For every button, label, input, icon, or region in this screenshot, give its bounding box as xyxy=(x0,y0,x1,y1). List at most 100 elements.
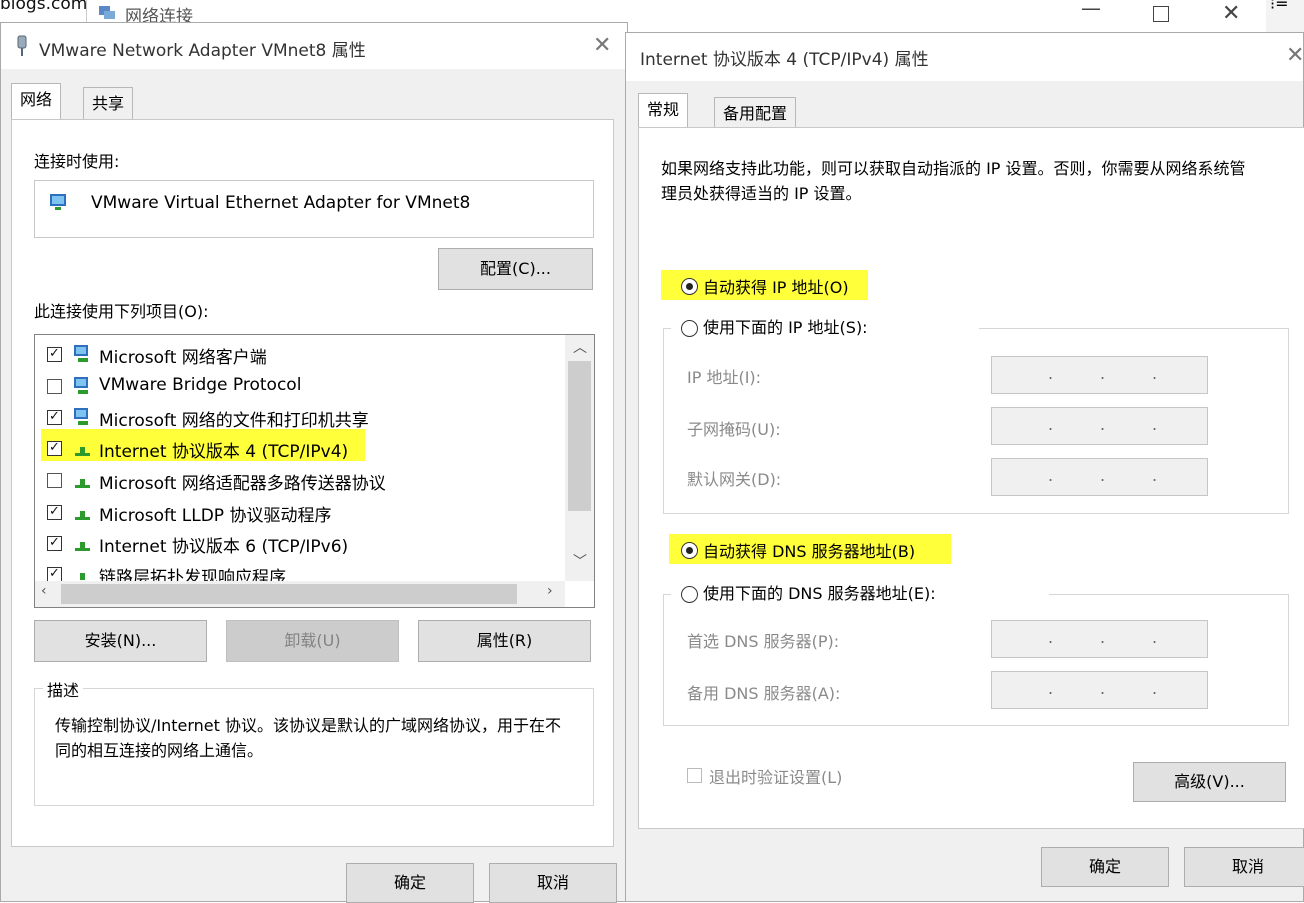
list-item[interactable]: Microsoft 网络适配器多路传送器协议 xyxy=(35,467,565,497)
list-item-ipv4[interactable]: ✓ Internet 协议版本 4 (TCP/IPv4) xyxy=(35,435,565,465)
list-item[interactable]: ✓ Microsoft LLDP 协议驱动程序 xyxy=(35,499,565,529)
ip-dot: . xyxy=(1152,415,1158,434)
auto-ip-label[interactable]: 自动获得 IP 地址(O) xyxy=(703,274,849,298)
default-gateway-field[interactable]: . . . xyxy=(991,458,1208,496)
manual-dns-label[interactable]: 使用下面的 DNS 服务器地址(E): xyxy=(703,580,936,604)
tab-alternate-config[interactable]: 备用配置 xyxy=(714,97,797,131)
ip-dot: . xyxy=(1100,628,1106,647)
checkbox-checked[interactable]: ✓ xyxy=(47,505,62,520)
ipv4-properties-dialog: Internet 协议版本 4 (TCP/IPv4) 属性 ✕ 常规 备用配置 … xyxy=(625,32,1304,902)
items-list[interactable]: ✓ Microsoft 网络客户端 VMware Bridge Protocol… xyxy=(34,334,595,608)
list-item-label: 链路层拓扑发现响应程序 xyxy=(99,568,286,581)
vertical-scroll-thumb[interactable] xyxy=(568,361,591,511)
validate-label[interactable]: 退出时验证设置(L) xyxy=(709,764,842,788)
ip-dot: . xyxy=(1048,415,1054,434)
connect-using-label: 连接时使用: xyxy=(34,152,120,171)
list-item-label: Microsoft 网络客户端 xyxy=(99,348,267,368)
maximize-button[interactable] xyxy=(1153,6,1169,22)
install-button[interactable]: 安装(N)... xyxy=(34,620,207,662)
tab-general[interactable]: 常规 xyxy=(638,93,689,129)
subnet-mask-field[interactable]: . . . xyxy=(991,407,1208,445)
checkbox-unchecked[interactable] xyxy=(47,473,62,488)
manual-ip-radio[interactable] xyxy=(681,320,698,337)
auto-dns-label[interactable]: 自动获得 DNS 服务器地址(B) xyxy=(703,538,915,562)
adapter-dialog-close-button[interactable]: ✕ xyxy=(593,35,611,57)
network-client-icon xyxy=(74,408,88,425)
list-item-label: VMware Bridge Protocol xyxy=(99,375,302,395)
network-client-icon xyxy=(74,345,88,362)
ipv4-dialog-close-button[interactable]: ✕ xyxy=(1286,45,1304,67)
network-adapter-icon xyxy=(50,194,66,210)
ip-dot: . xyxy=(1152,466,1158,485)
radio-selected-dot xyxy=(685,546,693,554)
ip-dot: . xyxy=(1100,466,1106,485)
background-close-button[interactable]: ✕ xyxy=(1222,1,1240,26)
radio-selected-dot xyxy=(685,282,693,290)
protocol-icon xyxy=(75,542,90,551)
list-item[interactable]: ✓ Internet 协议版本 6 (TCP/IPv6) xyxy=(35,530,565,560)
tab-sharing[interactable]: 共享 xyxy=(83,87,134,121)
ipv4-ok-button[interactable]: 确定 xyxy=(1041,847,1169,887)
auto-ip-radio[interactable] xyxy=(681,278,698,295)
ip-address-field[interactable]: . . . xyxy=(991,356,1208,394)
background-url-fragment: blogs.com xyxy=(0,0,88,14)
vertical-scrollbar[interactable]: ︿ ﹀ xyxy=(565,335,594,581)
list-icon: ⁝= xyxy=(1270,0,1289,13)
ip-dot: . xyxy=(1048,364,1054,383)
ip-address-label: IP 地址(I): xyxy=(687,368,762,387)
list-item[interactable]: ✓ Microsoft 网络客户端 xyxy=(35,341,565,371)
description-group: 描述 传输控制协议/Internet 协议。该协议是默认的广域网络协议，用于在不… xyxy=(34,677,594,806)
default-gateway-label: 默认网关(D): xyxy=(687,470,782,489)
list-item[interactable]: ✓ 链路层拓扑发现响应程序 xyxy=(35,561,565,581)
scroll-right-arrow-icon[interactable]: › xyxy=(547,583,553,599)
description-text: 传输控制协议/Internet 协议。该协议是默认的广域网络协议，用于在不同的相… xyxy=(55,716,562,760)
checkbox-checked[interactable]: ✓ xyxy=(47,567,62,581)
horizontal-scroll-thumb[interactable] xyxy=(61,584,517,604)
scroll-left-arrow-icon[interactable]: ‹ xyxy=(41,583,47,599)
description-title: 描述 xyxy=(43,677,84,701)
network-connections-icon xyxy=(99,6,115,19)
protocol-icon xyxy=(75,479,90,488)
adapter-name-box: VMware Virtual Ethernet Adapter for VMne… xyxy=(34,180,594,238)
preferred-dns-field[interactable]: . . . xyxy=(991,620,1208,658)
checkbox-checked[interactable]: ✓ xyxy=(47,536,62,551)
list-item-label: Microsoft 网络适配器多路传送器协议 xyxy=(99,474,386,494)
list-item-label: Internet 协议版本 4 (TCP/IPv4) xyxy=(99,442,349,462)
tab-network[interactable]: 网络 xyxy=(11,83,62,119)
intro-text: 如果网络支持此功能，则可以获取自动指派的 IP 设置。否则，你需要从网络系统管理… xyxy=(661,159,1246,203)
properties-button[interactable]: 属性(R) xyxy=(418,620,591,662)
validate-checkbox[interactable] xyxy=(687,768,702,783)
manual-dns-radio[interactable] xyxy=(681,586,698,603)
advanced-button[interactable]: 高级(V)... xyxy=(1133,762,1286,802)
horizontal-scrollbar[interactable]: ‹ › xyxy=(35,581,565,607)
ip-dot: . xyxy=(1100,415,1106,434)
manual-ip-label[interactable]: 使用下面的 IP 地址(S): xyxy=(703,314,868,338)
checkbox-checked[interactable]: ✓ xyxy=(47,410,62,425)
ipv4-cancel-button[interactable]: 取消 xyxy=(1184,847,1304,887)
adapter-ok-button[interactable]: 确定 xyxy=(346,863,474,903)
checkbox-checked[interactable]: ✓ xyxy=(47,441,62,456)
protocol-icon xyxy=(75,447,90,456)
checkbox-unchecked[interactable] xyxy=(47,379,62,394)
scroll-up-arrow-icon[interactable]: ︿ xyxy=(573,337,587,357)
list-item-label: Microsoft 网络的文件和打印机共享 xyxy=(99,411,369,431)
list-item[interactable]: ✓ Microsoft 网络的文件和打印机共享 xyxy=(35,404,565,434)
alternate-dns-label: 备用 DNS 服务器(A): xyxy=(687,684,841,703)
minimize-button[interactable]: — xyxy=(1081,0,1101,20)
protocol-icon xyxy=(80,573,85,580)
list-item-label: Microsoft LLDP 协议驱动程序 xyxy=(99,506,332,526)
protocol-icon xyxy=(75,511,90,520)
alternate-dns-field[interactable]: . . . xyxy=(991,671,1208,709)
auto-dns-radio[interactable] xyxy=(681,542,698,559)
scroll-down-arrow-icon[interactable]: ﹀ xyxy=(573,551,587,571)
ip-dot: . xyxy=(1048,466,1054,485)
uninstall-button[interactable]: 卸载(U) xyxy=(226,620,399,662)
list-item[interactable]: VMware Bridge Protocol xyxy=(35,373,565,403)
ip-dot: . xyxy=(1152,679,1158,698)
ip-dot: . xyxy=(1100,364,1106,383)
general-tab-panel: 如果网络支持此功能，则可以获取自动指派的 IP 设置。否则，你需要从网络系统管理… xyxy=(638,127,1304,829)
configure-button[interactable]: 配置(C)... xyxy=(438,248,593,290)
checkbox-checked[interactable]: ✓ xyxy=(47,347,62,362)
adapter-cancel-button[interactable]: 取消 xyxy=(489,863,617,903)
adapter-properties-dialog: VMware Network Adapter VMnet8 属性 ✕ 网络 共享… xyxy=(0,22,628,903)
